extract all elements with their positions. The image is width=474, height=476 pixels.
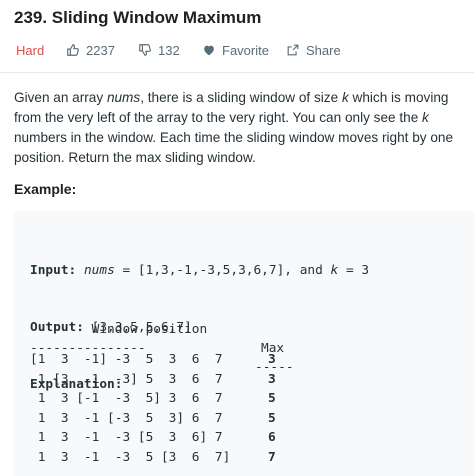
example-heading: Example:	[14, 181, 77, 197]
max-cell: 3	[268, 371, 276, 387]
table-header-underline: --------------- -----	[30, 320, 294, 375]
input-line: Input: nums = [1,3,-1,-3,5,3,6,7], and k…	[30, 261, 369, 280]
input-value: [1,3,-1,-3,5,3,6,7]	[137, 263, 285, 278]
description-variable: nums	[106, 90, 141, 105]
window-cell: 1 [3 -1 -3] 5 3 6 7	[30, 371, 223, 387]
dislike-button[interactable]: 132	[138, 40, 180, 60]
favorite-button[interactable]: Favorite	[202, 40, 269, 60]
problem-meta-bar: Hard 2237 132 Favorite Share	[14, 40, 464, 60]
heart-icon	[204, 45, 214, 56]
share-button[interactable]: Share	[286, 40, 341, 60]
window-cell: 1 3 -1 [-3 5 3] 6 7	[30, 410, 223, 426]
dislike-count: 132	[158, 42, 180, 58]
header-window-position: Window position	[91, 322, 208, 337]
description-paragraph: Given an array nums, there is a sliding …	[14, 88, 464, 168]
table-row: 1 3 [-1 -3 5] 3 6 7 5	[30, 389, 276, 408]
difficulty-badge: Hard	[16, 42, 45, 58]
window-cell: 1 3 -1 -3 5 [3 6 7]	[30, 449, 231, 465]
divider	[0, 72, 474, 73]
problem-page: 239. Sliding Window Maximum Hard 2237 13…	[0, 0, 474, 476]
description-text: Given an array	[14, 90, 107, 105]
description-variable: k	[341, 90, 349, 105]
window-cell: 1 3 [-1 -3 5] 3 6 7	[30, 391, 223, 406]
window-cell: 1 3 -1 -3 [5 3 6] 7	[30, 430, 223, 445]
max-cell: 6	[268, 430, 276, 445]
share-icon	[287, 44, 299, 56]
description-variable: k	[422, 110, 429, 125]
window-cell: [1 3 -1] -3 5 3 6 7	[30, 352, 223, 367]
max-cell: 5	[268, 391, 276, 406]
table-row: 1 3 -1 [-3 5 3] 6 7 5	[30, 409, 276, 428]
thumbs-up-icon	[67, 44, 79, 56]
description-text: , there is a sliding window of size	[140, 90, 342, 105]
table-header: Window position Max	[30, 301, 284, 356]
input-label: Input:	[30, 263, 77, 278]
max-cell: 7	[268, 449, 276, 465]
table-row: 1 [3 -1 -3] 5 3 6 7 3	[30, 370, 276, 389]
table-row: [1 3 -1] -3 5 3 6 7 3	[30, 350, 276, 369]
description-text: numbers in the window. Each time the sli…	[14, 130, 454, 165]
thumbs-down-icon	[139, 44, 151, 56]
problem-title: 239. Sliding Window Maximum	[14, 8, 262, 27]
like-button[interactable]: 2237	[66, 40, 115, 60]
input-var: nums	[83, 263, 115, 278]
problem-description: Given an array nums, there is a sliding …	[14, 88, 464, 168]
input-eq: =	[114, 263, 138, 278]
table-row: 1 3 -1 -3 5 [3 6 7] 7	[30, 448, 276, 467]
example-code-block: Input: nums = [1,3,-1,-3,5,3,6,7], and k…	[14, 211, 474, 476]
table-row: 1 3 -1 -3 [5 3 6] 7 6	[30, 428, 276, 447]
input-and: , and	[284, 263, 331, 278]
max-cell: 3	[268, 352, 276, 367]
max-cell: 5	[268, 410, 276, 426]
like-count: 2237	[86, 42, 115, 58]
favorite-label: Favorite	[222, 42, 269, 58]
input-k-value: = 3	[338, 263, 370, 278]
share-label: Share	[306, 42, 341, 58]
